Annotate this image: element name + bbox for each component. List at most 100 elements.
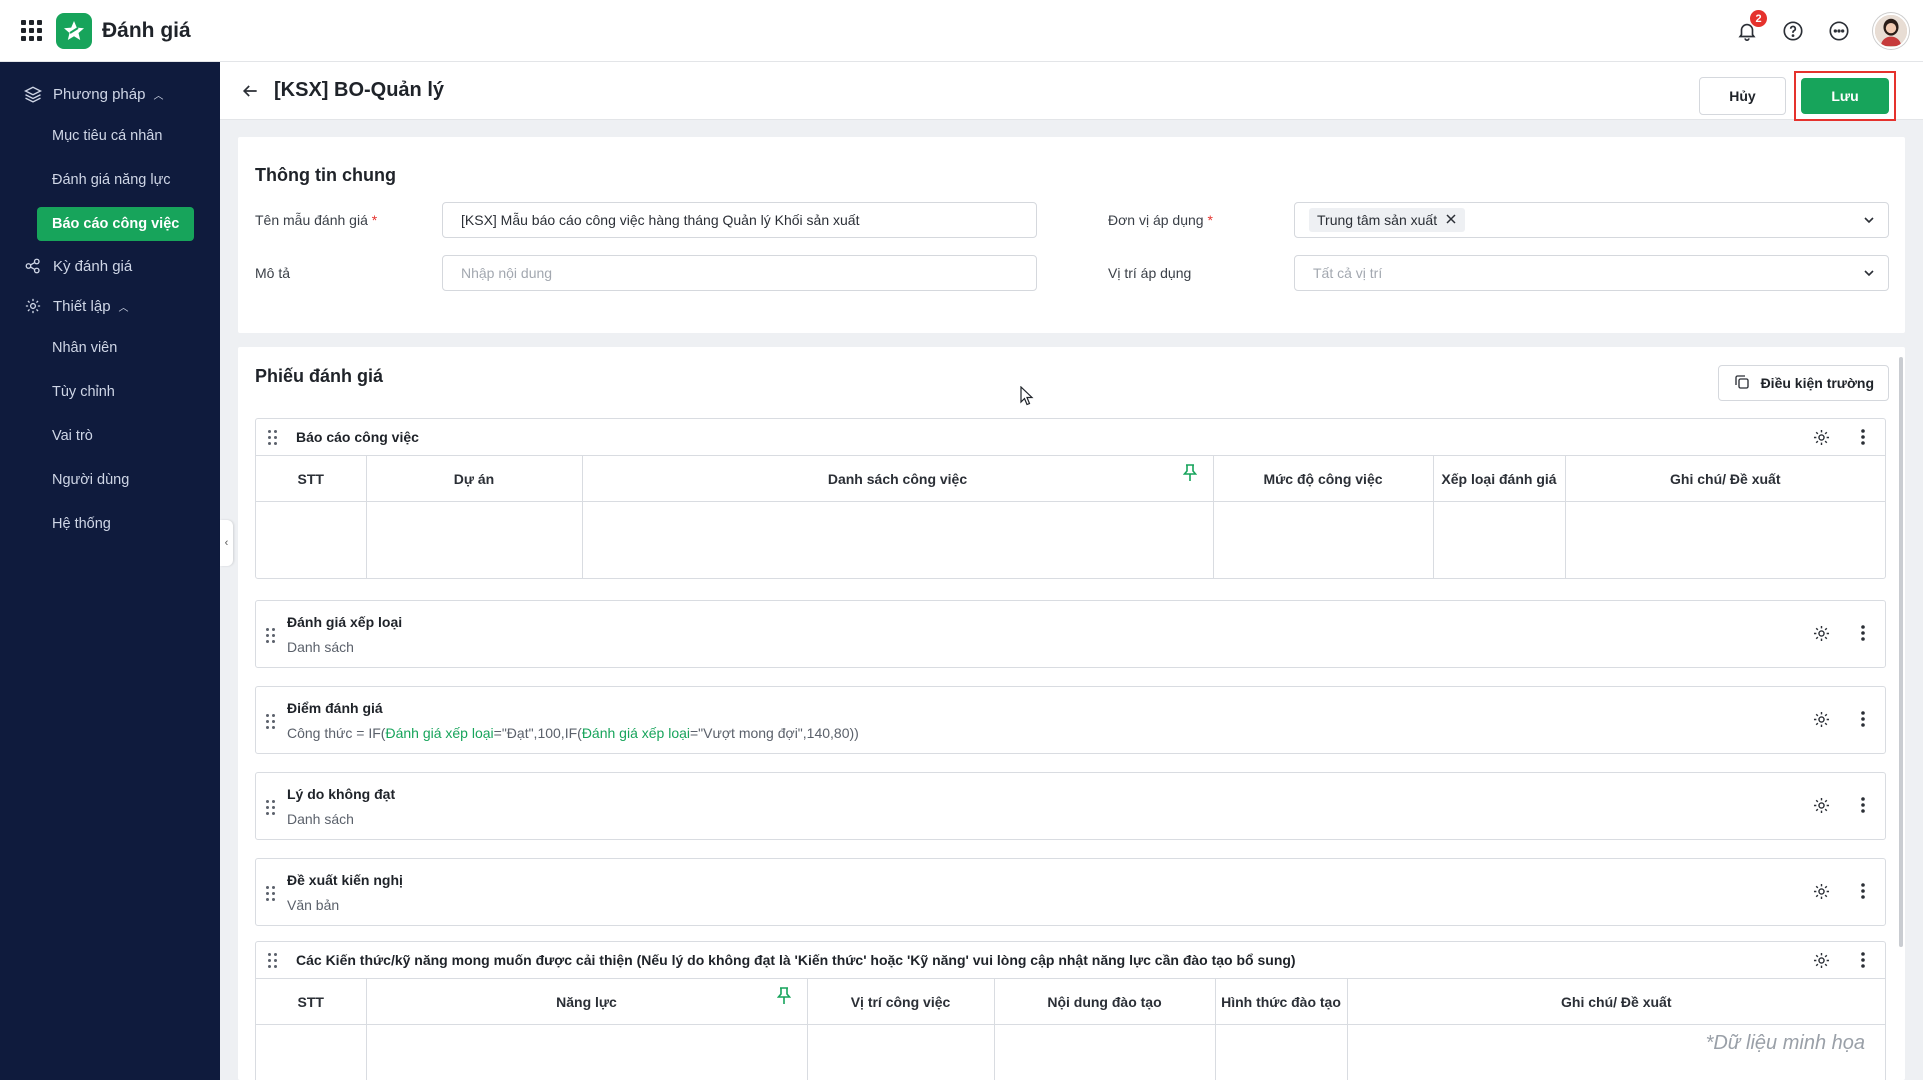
more-vertical-icon[interactable] (1853, 795, 1873, 815)
field-condition-button[interactable]: Điều kiện trường (1717, 365, 1889, 401)
settings-gear-icon[interactable] (1811, 950, 1831, 970)
more-vertical-icon[interactable] (1853, 881, 1873, 901)
report-section-header: Báo cáo công việc (256, 419, 1885, 455)
item-title: Đánh giá xếp loại (287, 614, 403, 630)
list-item: Đánh giá xếp loại Danh sách (255, 600, 1886, 668)
report-table: STT Dự án Danh sách công việc Mức độ côn… (256, 455, 1885, 578)
item-type: Văn bản (287, 897, 340, 913)
drag-handle-icon[interactable] (266, 626, 280, 644)
report-section-title: Báo cáo công việc (296, 429, 419, 445)
column-header: Năng lực (366, 978, 808, 1025)
sidebar-group-method[interactable]: Phương pháp ︿ (0, 74, 220, 114)
template-name-field[interactable]: [KSX] Mẫu báo cáo công việc hàng tháng Q… (442, 202, 1037, 238)
cancel-button[interactable]: Hủy (1699, 77, 1786, 115)
column-header: Vị trí công việc (807, 978, 995, 1025)
more-vertical-icon[interactable] (1853, 427, 1873, 447)
unit-select[interactable]: Trung tâm sản xuất (1294, 202, 1889, 238)
copy-icon (1733, 373, 1751, 394)
position-placeholder: Tất cả vị trí (1313, 265, 1383, 281)
sidebar-group-settings[interactable]: Thiết lập ︿ (0, 286, 220, 326)
gear-icon (24, 296, 44, 316)
save-button[interactable]: Lưu (1801, 78, 1889, 114)
sample-data-watermark: *Dữ liệu minh họa (1705, 1032, 1865, 1054)
sidebar-item-work-report[interactable]: Báo cáo công việc (37, 207, 194, 241)
skills-table: STT Năng lực Vị trí công việc Nội dung đ… (256, 978, 1885, 1080)
general-info-card: Thông tin chung Tên mẫu đánh giá * [KSX]… (238, 137, 1905, 333)
drag-handle-icon[interactable] (266, 712, 280, 730)
notification-bell-icon[interactable]: 2 (1735, 10, 1767, 43)
help-icon[interactable] (1781, 19, 1805, 43)
more-apps-icon[interactable] (1827, 19, 1851, 43)
app-logo-icon (56, 12, 92, 49)
sidebar-item-customize[interactable]: Tùy chỉnh (0, 370, 220, 414)
more-vertical-icon[interactable] (1853, 950, 1873, 970)
pin-icon[interactable] (1182, 464, 1197, 482)
vertical-scrollbar[interactable] (1899, 357, 1903, 947)
sidebar-item-system[interactable]: Hệ thống (0, 502, 220, 546)
table-row (256, 501, 1885, 578)
sidebar-item-roles[interactable]: Vai trò (0, 414, 220, 458)
column-header: Hình thức đào tạo (1215, 978, 1348, 1025)
more-vertical-icon[interactable] (1853, 709, 1873, 729)
sidebar-item-competency[interactable]: Đánh giá năng lực (0, 158, 220, 202)
settings-gear-icon[interactable] (1811, 623, 1831, 643)
sidebar-group-cycle[interactable]: Kỳ đánh giá (0, 246, 220, 286)
column-header: Xếp loại đánh giá (1433, 455, 1566, 502)
item-title: Điểm đánh giá (287, 700, 383, 716)
drag-handle-icon[interactable] (266, 798, 280, 816)
page-title: [KSX] BO-Quản lý (274, 79, 445, 101)
drag-handle-icon[interactable] (268, 951, 282, 969)
evaluation-form-title: Phiếu đánh giá (255, 366, 384, 386)
chevron-up-icon: ︿ (118, 302, 129, 314)
item-type: Danh sách (287, 639, 354, 655)
app-launcher-icon[interactable] (0, 0, 62, 62)
chip-close-icon[interactable] (1445, 212, 1457, 228)
item-title: Lý do không đạt (287, 786, 396, 802)
description-field[interactable]: Nhập nội dung (442, 255, 1037, 291)
sidebar-group-label: Phương pháp (53, 85, 146, 103)
skills-section-title: Các Kiến thức/kỹ năng mong muốn được cải… (296, 952, 1296, 968)
unit-chip: Trung tâm sản xuất (1309, 208, 1466, 232)
drag-handle-icon[interactable] (268, 428, 282, 446)
column-header: Ghi chú/ Đề xuất (1347, 978, 1885, 1025)
list-item: Điểm đánh giá Công thức = IF(Đánh giá xế… (255, 686, 1886, 754)
table-row (256, 1024, 1885, 1080)
sidebar-collapse-handle[interactable]: ‹ (220, 520, 233, 566)
general-info-title: Thông tin chung (255, 165, 396, 185)
item-title: Đề xuất kiến nghị (287, 872, 403, 888)
sidebar-group-label: Kỳ đánh giá (53, 257, 133, 275)
more-vertical-icon[interactable] (1853, 623, 1873, 643)
template-name-label: Tên mẫu đánh giá * (255, 212, 378, 228)
settings-gear-icon[interactable] (1811, 795, 1831, 815)
list-item: Lý do không đạt Danh sách (255, 772, 1886, 840)
mouse-cursor-icon (1020, 385, 1034, 410)
sidebar-item-personal-goals[interactable]: Mục tiêu cá nhân (0, 114, 220, 158)
chevron-up-icon: ︿ (153, 90, 164, 102)
settings-gear-icon[interactable] (1811, 881, 1831, 901)
layers-icon (24, 84, 44, 104)
pin-icon[interactable] (776, 987, 791, 1005)
notification-badge: 2 (1750, 10, 1767, 27)
skills-section: Các Kiến thức/kỹ năng mong muốn được cải… (255, 941, 1886, 1080)
field-condition-label: Điều kiện trường (1760, 375, 1874, 391)
column-header-label: Năng lực (556, 993, 617, 1010)
top-bar: Đánh giá 2 (0, 0, 1923, 62)
sidebar-item-employees[interactable]: Nhân viên (0, 326, 220, 370)
column-header: Dự án (366, 455, 583, 502)
column-header-label: Danh sách công việc (827, 470, 968, 487)
save-highlight-box: Lưu (1794, 71, 1896, 121)
column-header: Ghi chú/ Đề xuất (1565, 455, 1885, 502)
back-arrow-icon[interactable] (240, 80, 262, 102)
settings-gear-icon[interactable] (1811, 709, 1831, 729)
sidebar-item-users[interactable]: Người dùng (0, 458, 220, 502)
description-label: Mô tả (255, 265, 291, 281)
item-type: Danh sách (287, 811, 354, 827)
settings-gear-icon[interactable] (1811, 427, 1831, 447)
position-select[interactable]: Tất cả vị trí (1294, 255, 1889, 291)
column-header: STT (256, 455, 367, 502)
column-header: STT (256, 978, 367, 1025)
user-avatar[interactable] (1873, 13, 1909, 49)
drag-handle-icon[interactable] (266, 884, 280, 902)
unit-label: Đơn vị áp dụng * (1108, 212, 1213, 228)
sidebar: Phương pháp ︿ Mục tiêu cá nhân Đánh giá … (0, 62, 220, 1080)
